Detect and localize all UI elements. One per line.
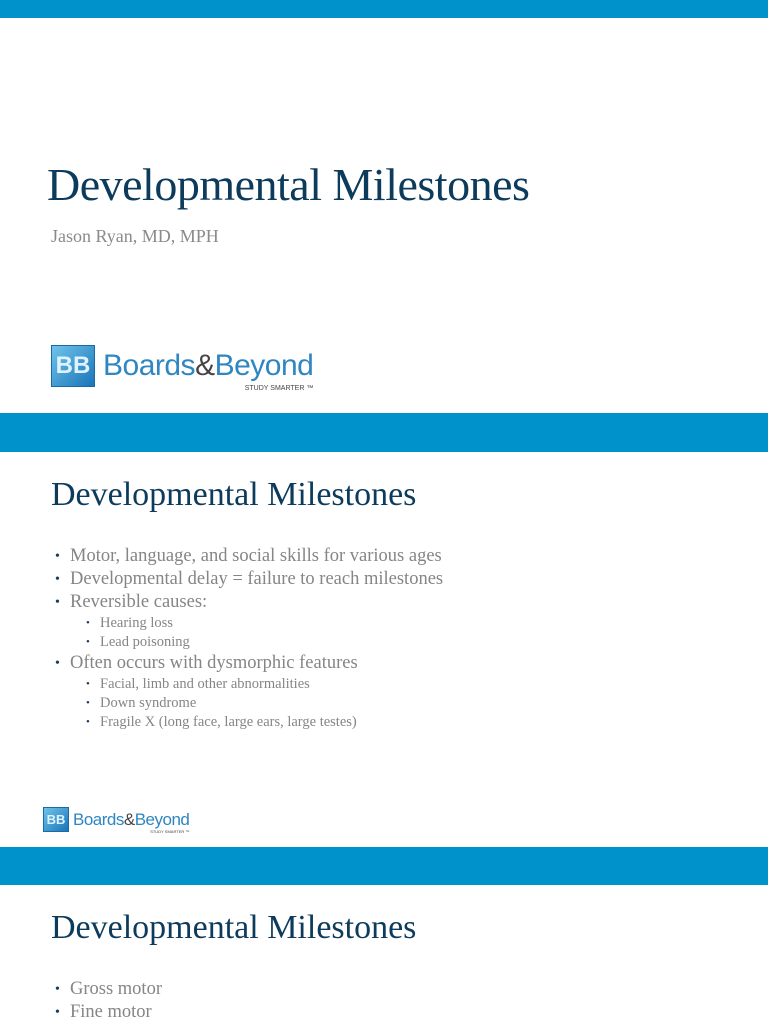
sub-bullet-item: Hearing loss <box>51 614 443 633</box>
slide2-title: Developmental Milestones <box>51 476 417 513</box>
slide3-title: Developmental Milestones <box>51 909 417 946</box>
logo-text-beyond: Beyond <box>214 349 314 382</box>
bullet-item: Often occurs with dysmorphic features <box>51 652 443 675</box>
slide1-title: Developmental Milestones <box>47 159 530 210</box>
sub-bullet-item: Facial, limb and other abnormalities <box>51 675 443 694</box>
sub-bullet-item: Down syndrome <box>51 694 443 713</box>
bullet-item: Developmental delay = failure to reach m… <box>51 568 443 591</box>
logo-text-amp: & <box>195 349 215 382</box>
slide3-bullet-list: Gross motor Fine motor <box>51 978 162 1024</box>
slide1-author: Jason Ryan, MD, MPH <box>51 226 219 246</box>
bullet-item: Motor, language, and social skills for v… <box>51 545 443 568</box>
slide-divider-bar <box>0 847 768 885</box>
slide-divider-bar <box>0 413 768 452</box>
bullet-item: Gross motor <box>51 978 162 1001</box>
logo-text-amp: & <box>123 809 135 829</box>
logo-text-boards: Boards <box>73 809 124 829</box>
bb-logo-icon: BB <box>51 345 95 387</box>
logo-text-boards: Boards <box>103 349 196 382</box>
bb-logo-icon: BB <box>43 807 69 832</box>
boards-beyond-logo: BB Boards&Beyond STUDY SMARTER ™ <box>51 345 314 392</box>
sub-bullet-item: Fragile X (long face, large ears, large … <box>51 713 443 732</box>
logo-tagline: STUDY SMARTER ™ <box>244 385 314 392</box>
top-bar <box>0 0 768 18</box>
boards-beyond-logo-small: BB Boards&Beyond STUDY SMARTER ™ <box>43 807 190 834</box>
sub-bullet-item: Lead poisoning <box>51 633 443 652</box>
bullet-item: Reversible causes: <box>51 591 443 614</box>
bullet-item: Fine motor <box>51 1001 162 1024</box>
logo-tagline: STUDY SMARTER ™ <box>150 828 190 834</box>
slide2-bullet-list: Motor, language, and social skills for v… <box>51 545 443 732</box>
logo-text-beyond: Beyond <box>134 809 190 829</box>
